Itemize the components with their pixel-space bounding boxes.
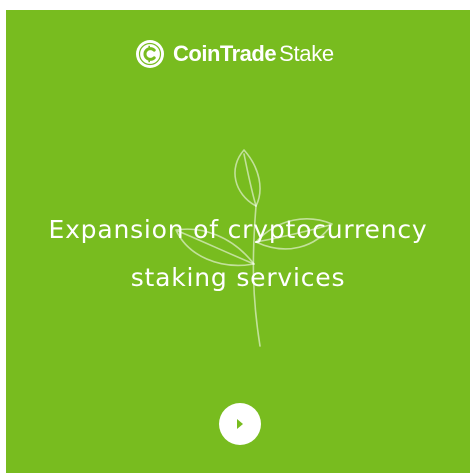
brand-name-light: Stake — [279, 41, 334, 66]
brand-logo: CoinTrade Stake — [135, 38, 334, 70]
promo-banner: CoinTrade Stake Expansion of cryptocurre… — [6, 10, 470, 473]
headline-line-1: Expansion of cryptocurrency — [48, 215, 428, 244]
coin-c-logo-icon — [135, 39, 165, 69]
hero-headline: Expansion of cryptocurrency staking serv… — [6, 206, 470, 302]
next-button[interactable] — [219, 403, 261, 445]
headline-line-2: staking services — [130, 263, 346, 292]
brand-name-bold: CoinTrade — [173, 41, 277, 66]
chevron-right-icon — [237, 419, 243, 429]
